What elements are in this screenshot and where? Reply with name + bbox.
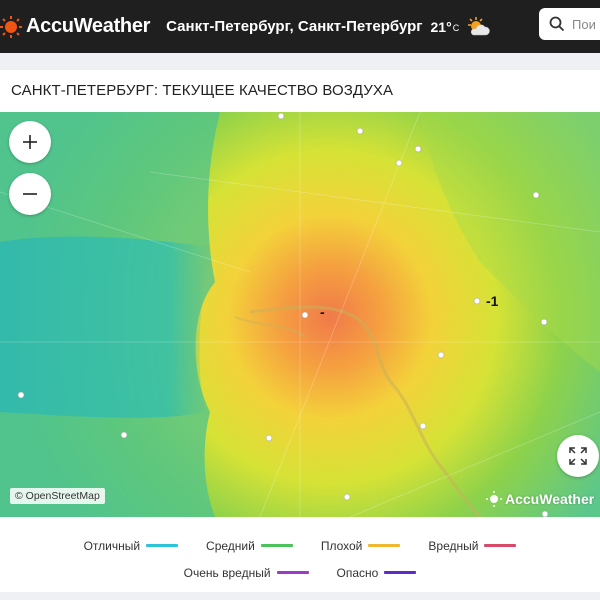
card-title: САНКТ-ПЕТЕРБУРГ: ТЕКУЩЕЕ КАЧЕСТВО ВОЗДУХ… — [11, 82, 394, 99]
air-quality-map[interactable]: - -1 © OpenStreetMap AccuWeather — [0, 112, 600, 517]
current-temperature[interactable]: 21° C — [431, 19, 460, 35]
legend-swatch — [484, 544, 517, 547]
sun-logo-icon — [0, 15, 22, 38]
legend-swatch — [260, 544, 293, 547]
legend-label: Очень вредный — [183, 565, 271, 580]
legend-row-1: Отличный Средний Плохой Вредный — [0, 532, 600, 559]
air-quality-heatmap — [0, 112, 600, 517]
legend-item-poor: Плохой — [321, 539, 401, 553]
location-title[interactable]: Санкт-Петербург, Санкт-Петербург — [166, 18, 422, 35]
accuweather-logo[interactable]: AccuWeather — [0, 0, 150, 53]
legend-label: Плохой — [320, 538, 363, 553]
legend-item-hazardous: Опасно — [337, 566, 417, 580]
expand-icon — [569, 447, 587, 465]
zoom-in-button[interactable] — [9, 121, 51, 163]
accuweather-watermark: AccuWeather — [486, 491, 594, 507]
legend-swatch — [368, 544, 401, 547]
sun-watermark-icon — [486, 491, 502, 507]
legend-label: Вредный — [428, 538, 479, 553]
top-header: AccuWeather Санкт-Петербург, Санкт-Петер… — [0, 0, 600, 53]
temperature-value: 21° — [430, 18, 452, 35]
legend-item-excellent: Отличный — [83, 538, 179, 553]
aqi-label-east: -1 — [486, 293, 499, 309]
logo-text: AccuWeather — [26, 15, 151, 37]
legend-swatch — [384, 571, 417, 574]
search-field[interactable]: Пои — [539, 8, 600, 40]
plus-icon — [23, 135, 37, 149]
search-icon — [549, 16, 565, 32]
watermark-text: AccuWeather — [505, 491, 595, 507]
minus-icon — [23, 193, 37, 195]
legend-label: Средний — [206, 538, 255, 553]
fullscreen-button[interactable] — [557, 435, 599, 477]
legend-swatch — [146, 544, 179, 547]
zoom-out-button[interactable] — [9, 173, 51, 215]
search-placeholder: Пои — [572, 16, 596, 32]
air-quality-card: САНКТ-ПЕТЕРБУРГ: ТЕКУЩЕЕ КАЧЕСТВО ВОЗДУХ… — [0, 70, 600, 592]
legend-row-2: Очень вредный Опасно — [0, 559, 600, 586]
legend-item-very-unhealthy: Очень вредный — [184, 566, 309, 580]
temperature-unit: C — [452, 22, 460, 33]
partly-sunny-icon — [468, 16, 490, 35]
legend-label: Опасно — [336, 565, 379, 580]
aqi-legend: Отличный Средний Плохой Вредный Очень вр… — [0, 532, 600, 586]
map-attribution[interactable]: © OpenStreetMap — [10, 488, 105, 504]
legend-label: Отличный — [83, 538, 141, 553]
aqi-label-center: - — [320, 304, 325, 320]
legend-item-moderate: Средний — [206, 539, 293, 553]
legend-swatch — [276, 571, 309, 574]
legend-item-unhealthy: Вредный — [428, 538, 517, 553]
